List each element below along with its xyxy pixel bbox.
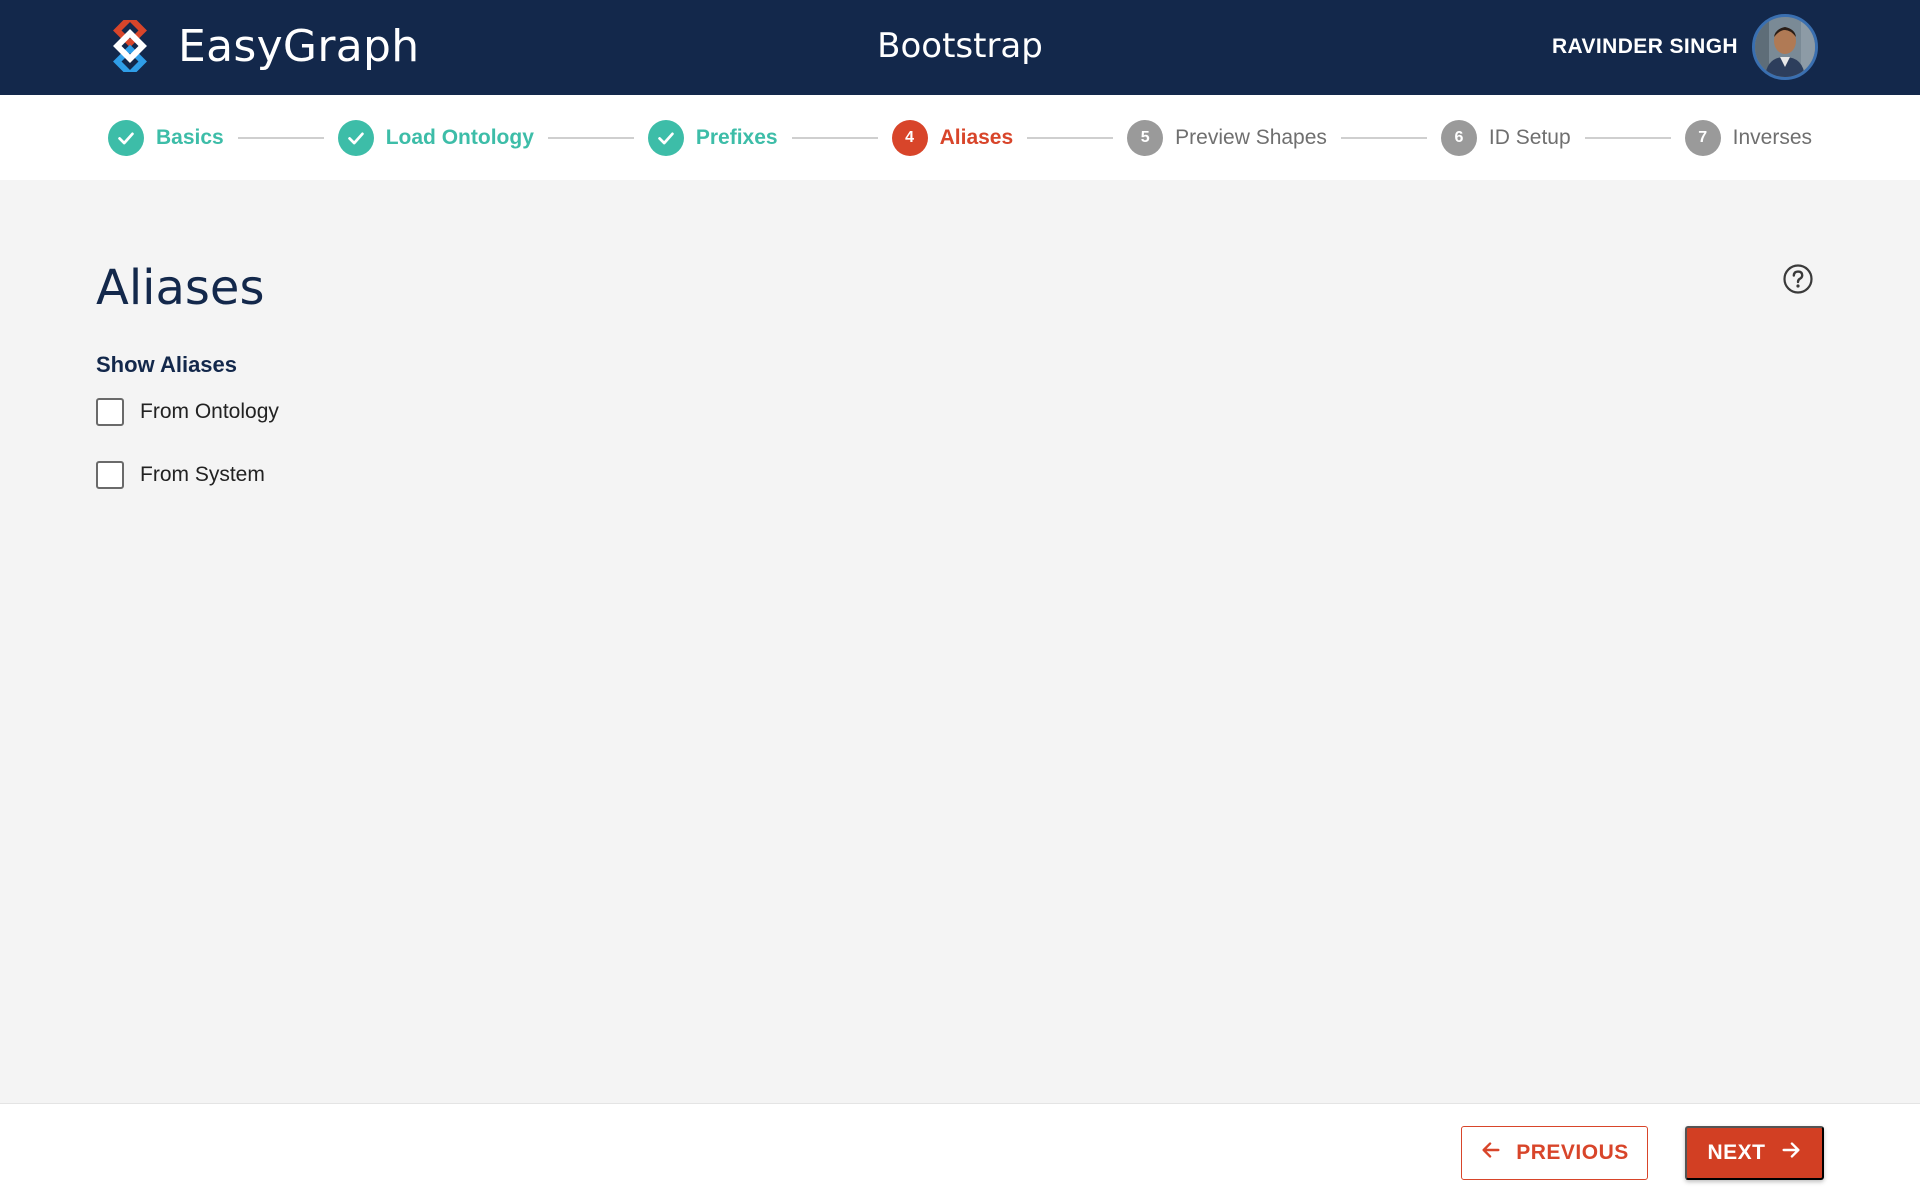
user-menu[interactable]: RAVINDER SINGH (1552, 14, 1818, 80)
step-aliases[interactable]: 4 Aliases (891, 119, 1014, 156)
step-id-setup[interactable]: 6 ID Setup (1440, 119, 1571, 156)
step-connector (237, 136, 324, 139)
arrow-left-icon (1480, 1139, 1502, 1167)
from-ontology-checkbox[interactable] (96, 398, 124, 426)
next-button[interactable]: NEXT (1685, 1126, 1824, 1180)
next-label: NEXT (1707, 1141, 1766, 1164)
step-basics[interactable]: Basics (108, 119, 224, 156)
help-circle-icon[interactable] (1782, 263, 1814, 295)
previous-button[interactable]: PREVIOUS (1461, 1126, 1648, 1180)
step-connector (547, 136, 634, 139)
step-label: ID Setup (1488, 125, 1571, 149)
top-bar: EasyGraph Bootstrap RAVINDER SINGH (0, 0, 1920, 95)
user-avatar[interactable] (1752, 14, 1818, 80)
step-label: Load Ontology (385, 125, 534, 149)
step-number: 7 (1684, 119, 1721, 156)
step-preview-shapes[interactable]: 5 Preview Shapes (1127, 119, 1327, 156)
step-number: 5 (1127, 119, 1164, 156)
checkmark-icon (647, 119, 684, 156)
from-system-label: From System (140, 463, 265, 486)
step-number: 4 (891, 119, 928, 156)
step-label: Preview Shapes (1175, 125, 1327, 149)
checkmark-icon (337, 119, 374, 156)
step-prefixes[interactable]: Prefixes (647, 119, 778, 156)
user-name: RAVINDER SINGH (1551, 35, 1738, 58)
stepper-steps: Basics Load Ontology Prefixes 4 Aliases (108, 95, 1812, 180)
from-ontology-option[interactable]: From Ontology (96, 398, 279, 426)
from-system-checkbox[interactable] (96, 461, 124, 489)
wizard-stepper: Basics Load Ontology Prefixes 4 Aliases (0, 95, 1920, 180)
step-connector (1027, 136, 1114, 139)
previous-label: PREVIOUS (1516, 1141, 1629, 1164)
step-label: Inverses (1732, 125, 1813, 149)
step-load-ontology[interactable]: Load Ontology (337, 119, 534, 156)
step-connector (1340, 136, 1427, 139)
show-aliases-label: Show Aliases (96, 352, 238, 377)
step-connector (791, 136, 878, 139)
arrow-right-icon (1780, 1139, 1802, 1167)
step-number: 6 (1440, 119, 1477, 156)
step-label: Basics (156, 125, 224, 149)
step-label: Aliases (939, 125, 1014, 149)
checkmark-icon (108, 119, 144, 156)
footer-bar: PREVIOUS NEXT (0, 1103, 1920, 1200)
page-title: Aliases (96, 260, 265, 316)
step-inverses[interactable]: 7 Inverses (1684, 119, 1813, 156)
step-label: Prefixes (695, 125, 778, 149)
from-ontology-label: From Ontology (140, 400, 279, 423)
from-system-option[interactable]: From System (96, 461, 265, 489)
step-connector (1584, 136, 1671, 139)
app-root: EasyGraph Bootstrap RAVINDER SINGH Basic… (0, 0, 1920, 1200)
